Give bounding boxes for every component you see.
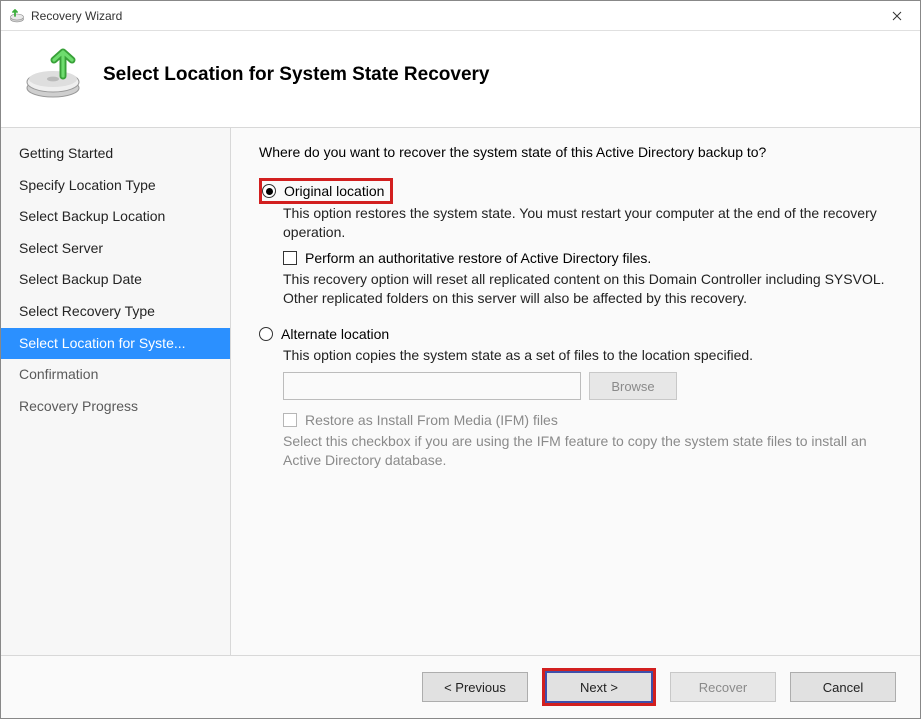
titlebar-left: Recovery Wizard [9, 8, 122, 24]
wizard-footer: < Previous Next > Recover Cancel [1, 656, 920, 718]
step-specify-location-type[interactable]: Specify Location Type [1, 170, 230, 202]
original-location-label[interactable]: Original location [284, 183, 384, 199]
content-area: Getting Started Specify Location Type Se… [1, 127, 920, 656]
alternate-location-desc: This option copies the system state as a… [283, 346, 890, 365]
app-icon [9, 8, 25, 24]
original-location-radio[interactable] [262, 184, 276, 198]
step-getting-started[interactable]: Getting Started [1, 138, 230, 170]
alternate-location-radio[interactable] [259, 327, 273, 341]
cancel-button[interactable]: Cancel [790, 672, 896, 702]
ifm-row: Restore as Install From Media (IFM) file… [283, 412, 890, 428]
page-title: Select Location for System State Recover… [103, 64, 489, 86]
alternate-path-input[interactable] [283, 372, 581, 400]
header: Select Location for System State Recover… [1, 31, 920, 127]
wizard-icon [23, 46, 85, 104]
step-select-recovery-type[interactable]: Select Recovery Type [1, 296, 230, 328]
wizard-step-list: Getting Started Specify Location Type Se… [1, 128, 231, 655]
highlight-next-button: Next > [542, 668, 656, 706]
previous-button[interactable]: < Previous [422, 672, 528, 702]
step-select-server[interactable]: Select Server [1, 233, 230, 265]
titlebar: Recovery Wizard [1, 1, 920, 31]
recover-button[interactable]: Recover [670, 672, 776, 702]
step-select-location-system-state[interactable]: Select Location for Syste... [1, 328, 230, 360]
authoritative-restore-row[interactable]: Perform an authoritative restore of Acti… [283, 250, 890, 266]
alternate-location-section: Alternate location This option copies th… [259, 326, 890, 471]
ifm-checkbox [283, 413, 297, 427]
authoritative-restore-checkbox[interactable] [283, 251, 297, 265]
alternate-location-label[interactable]: Alternate location [281, 326, 389, 342]
window-title: Recovery Wizard [31, 9, 122, 23]
authoritative-restore-label: Perform an authoritative restore of Acti… [305, 250, 651, 266]
page-question: Where do you want to recover the system … [259, 144, 890, 160]
step-select-backup-location[interactable]: Select Backup Location [1, 201, 230, 233]
original-location-desc: This option restores the system state. Y… [283, 204, 890, 242]
original-location-section: Original location This option restores t… [259, 178, 890, 308]
alternate-path-row: Browse [283, 372, 890, 400]
ifm-desc: Select this checkbox if you are using th… [283, 432, 890, 470]
close-button[interactable] [874, 1, 920, 31]
highlight-original-location: Original location [259, 178, 393, 204]
wizard-page-panel: Where do you want to recover the system … [231, 128, 920, 655]
step-select-backup-date[interactable]: Select Backup Date [1, 264, 230, 296]
step-recovery-progress[interactable]: Recovery Progress [1, 391, 230, 423]
next-button[interactable]: Next > [546, 672, 652, 702]
ifm-label: Restore as Install From Media (IFM) file… [305, 412, 558, 428]
browse-button[interactable]: Browse [589, 372, 677, 400]
step-confirmation[interactable]: Confirmation [1, 359, 230, 391]
authoritative-restore-desc: This recovery option will reset all repl… [283, 270, 890, 308]
